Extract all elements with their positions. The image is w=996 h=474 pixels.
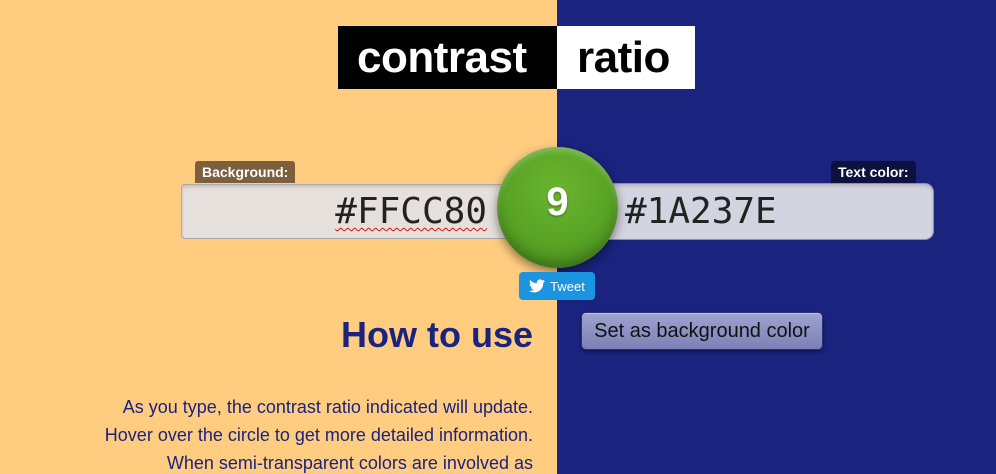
how-to-use-heading: How to use [340,314,533,355]
page-title: contrast ratio [338,26,695,89]
text-color-label: Text color: [831,161,916,183]
how-to-line: As you type, the contrast ratio indicate… [122,397,533,417]
set-as-background-color-button[interactable]: Set as background color [581,312,823,350]
title-word-ratio: ratio [557,26,695,89]
background-color-value: #FFCC80 [335,191,487,232]
tweet-button[interactable]: Tweet [519,272,595,300]
how-to-use-text: As you type, the contrast ratio indicate… [63,393,533,474]
how-to-line: Hover over the circle to get more detail… [104,425,533,445]
tweet-label: Tweet [550,278,585,294]
text-color-value: #1A237E [625,191,777,232]
text-color-input[interactable]: #1A237E [605,184,933,239]
contrast-ratio-value: 9 [546,180,569,224]
how-to-line: When semi-transparent colors are involve… [166,453,533,473]
contrast-ratio-circle[interactable]: 9 [497,147,618,268]
title-word-contrast: contrast [338,26,557,89]
background-label: Background: [195,161,296,183]
background-color-input[interactable]: #FFCC80 [181,184,511,239]
twitter-bird-icon [529,279,546,293]
